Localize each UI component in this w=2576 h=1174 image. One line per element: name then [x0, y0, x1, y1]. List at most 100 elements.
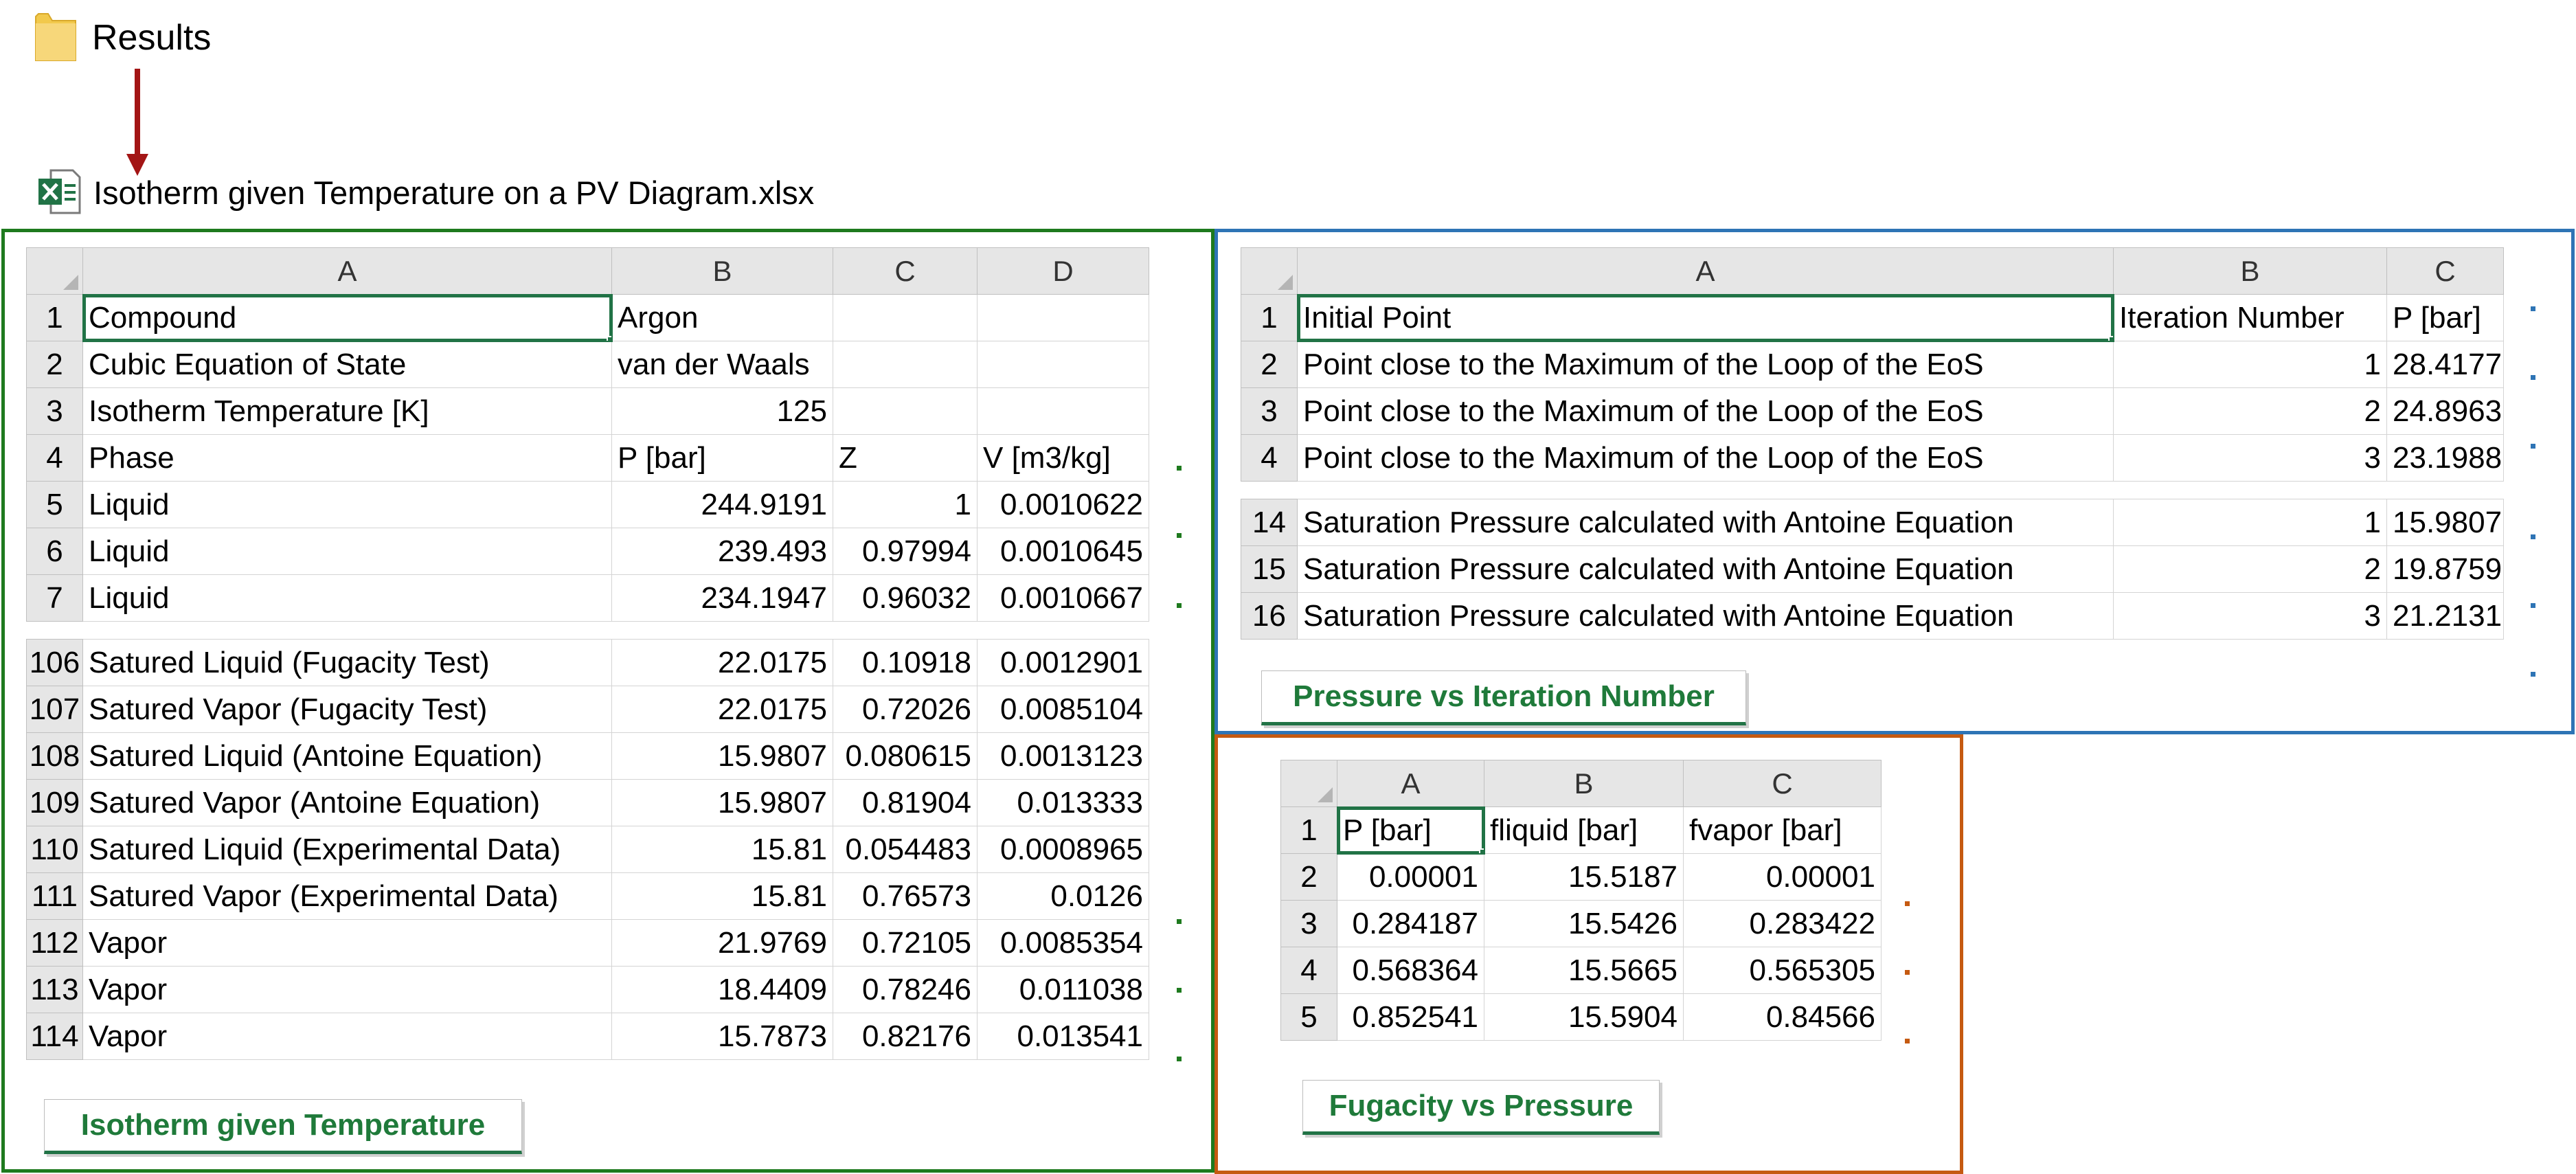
sheet-tab-isotherm[interactable]: Isotherm given Temperature	[44, 1099, 522, 1154]
cell-b[interactable]: 15.5187	[1484, 853, 1684, 901]
cell-a[interactable]: P [bar]	[1336, 806, 1485, 855]
row-number[interactable]: 7	[26, 574, 83, 622]
file-name[interactable]: Isotherm given Temperature on a PV Diagr…	[93, 170, 814, 216]
cell-a[interactable]: Satured Liquid (Fugacity Test)	[82, 639, 612, 686]
cell-b[interactable]: 3	[2113, 592, 2387, 640]
cell-a[interactable]: Saturation Pressure calculated with Anto…	[1297, 545, 2114, 593]
cell-c[interactable]	[833, 341, 978, 388]
cell-d[interactable]: 0.0126	[977, 872, 1149, 920]
cell-b[interactable]: 125	[611, 387, 833, 435]
cell-c[interactable]: 0.054483	[833, 826, 978, 873]
cell-b[interactable]: 15.5426	[1484, 900, 1684, 947]
cell-a[interactable]: Liquid	[82, 574, 612, 622]
column-header[interactable]: C	[833, 247, 978, 295]
cell-b[interactable]: 22.0175	[611, 686, 833, 733]
isotherm-sheet-grid[interactable]: A B C D 1 Compound Argon 2 Cubic Equation of Sta…	[26, 247, 1149, 1060]
cell-d[interactable]: 0.0008965	[977, 826, 1149, 873]
column-header[interactable]: A	[82, 247, 612, 295]
row-number[interactable]: 113	[26, 966, 83, 1013]
cell-a[interactable]: Liquid	[82, 481, 612, 528]
cell-b[interactable]: fliquid [bar]	[1484, 806, 1684, 854]
cell-d[interactable]: 0.013541	[977, 1013, 1149, 1060]
row-number[interactable]: 1	[1280, 806, 1337, 854]
cell-b[interactable]: 234.1947	[611, 574, 833, 622]
cell-a[interactable]: Vapor	[82, 966, 612, 1013]
row-number[interactable]: 106	[26, 639, 83, 686]
cell-c[interactable]: 0.81904	[833, 779, 978, 826]
cell-b[interactable]: 15.5665	[1484, 947, 1684, 994]
row-number[interactable]: 108	[26, 732, 83, 780]
cell-b[interactable]: 15.5904	[1484, 993, 1684, 1041]
cell-a[interactable]: Compound	[82, 293, 613, 342]
column-header[interactable]: C	[1683, 760, 1882, 807]
cell-c[interactable]	[833, 387, 978, 435]
row-number[interactable]: 107	[26, 686, 83, 733]
cell-a[interactable]: Vapor	[82, 919, 612, 967]
cell-b[interactable]: 15.9807	[611, 779, 833, 826]
cell-a[interactable]: 0.568364	[1337, 947, 1484, 994]
cell-a[interactable]: Saturation Pressure calculated with Anto…	[1297, 592, 2114, 640]
fill-handle[interactable]	[607, 336, 611, 341]
cell-c[interactable]: 0.82176	[833, 1013, 978, 1060]
cell-a[interactable]: Phase	[82, 434, 612, 482]
cell-a[interactable]: Vapor	[82, 1013, 612, 1060]
column-header[interactable]: D	[977, 247, 1149, 295]
cell-b[interactable]: Iteration Number	[2113, 294, 2387, 341]
select-all-corner[interactable]	[1280, 760, 1337, 807]
cell-b[interactable]: 18.4409	[611, 966, 833, 1013]
cell-a[interactable]: Point close to the Maximum of the Loop o…	[1297, 387, 2114, 435]
cell-c[interactable]: 0.72026	[833, 686, 978, 733]
row-number[interactable]: 6	[26, 528, 83, 575]
row-number[interactable]: 5	[26, 481, 83, 528]
row-number[interactable]: 2	[1280, 853, 1337, 901]
row-number[interactable]: 5	[1280, 993, 1337, 1041]
cell-a[interactable]: Satured Vapor (Fugacity Test)	[82, 686, 612, 733]
row-number[interactable]: 3	[1280, 900, 1337, 947]
cell-a[interactable]: 0.852541	[1337, 993, 1484, 1041]
cell-d[interactable]: 0.011038	[977, 966, 1149, 1013]
column-header[interactable]: C	[2386, 247, 2504, 295]
cell-d[interactable]: 0.0085104	[977, 686, 1149, 733]
cell-d[interactable]: 0.0085354	[977, 919, 1149, 967]
row-number[interactable]: 112	[26, 919, 83, 967]
cell-b[interactable]: 1	[2113, 499, 2387, 546]
cell-b[interactable]: Argon	[611, 294, 833, 341]
cell-c[interactable]: fvapor [bar]	[1683, 806, 1882, 854]
row-number[interactable]: 1	[26, 294, 83, 341]
cell-b[interactable]: 3	[2113, 434, 2387, 482]
sheet-tab-fugacity[interactable]: Fugacity vs Pressure	[1302, 1080, 1660, 1135]
select-all-corner[interactable]	[1241, 247, 1298, 295]
row-number[interactable]: 4	[1241, 434, 1298, 482]
cell-a[interactable]: Satured Vapor (Antoine Equation)	[82, 779, 612, 826]
cell-b[interactable]: 15.81	[611, 826, 833, 873]
cell-a[interactable]: Liquid	[82, 528, 612, 575]
row-number[interactable]: 2	[26, 341, 83, 388]
cell-d[interactable]	[977, 294, 1149, 341]
row-number[interactable]: 15	[1241, 545, 1298, 593]
cell-c[interactable]	[833, 294, 978, 341]
row-number[interactable]: 109	[26, 779, 83, 826]
row-number[interactable]: 3	[26, 387, 83, 435]
cell-c[interactable]: 0.96032	[833, 574, 978, 622]
cell-d[interactable]: 0.0012901	[977, 639, 1149, 686]
cell-c[interactable]: 0.76573	[833, 872, 978, 920]
cell-b[interactable]: 1	[2113, 341, 2387, 388]
cell-d[interactable]: 0.0010622	[977, 481, 1149, 528]
cell-a[interactable]: Cubic Equation of State	[82, 341, 612, 388]
cell-c[interactable]: 0.84566	[1683, 993, 1882, 1041]
column-header[interactable]: B	[1484, 760, 1684, 807]
sheet-tab-pressure-iteration[interactable]: Pressure vs Iteration Number	[1261, 670, 1746, 725]
cell-c[interactable]: 0.78246	[833, 966, 978, 1013]
cell-c[interactable]: 23.1988	[2386, 434, 2504, 482]
cell-c[interactable]: 0.565305	[1683, 947, 1882, 994]
fugacity-sheet-grid[interactable]: ABC1P [bar] fliquid [bar] fvapor [bar] 2 0.0…	[1280, 760, 1882, 1041]
fill-handle[interactable]	[2108, 336, 2113, 341]
row-number[interactable]: 3	[1241, 387, 1298, 435]
cell-c[interactable]: 21.2131	[2386, 592, 2504, 640]
cell-a[interactable]: Point close to the Maximum of the Loop o…	[1297, 341, 2114, 388]
select-all-corner[interactable]	[26, 247, 83, 295]
fill-handle[interactable]	[1479, 848, 1484, 853]
cell-b[interactable]: 15.81	[611, 872, 833, 920]
cell-c[interactable]: 0.283422	[1683, 900, 1882, 947]
cell-c[interactable]: 0.10918	[833, 639, 978, 686]
